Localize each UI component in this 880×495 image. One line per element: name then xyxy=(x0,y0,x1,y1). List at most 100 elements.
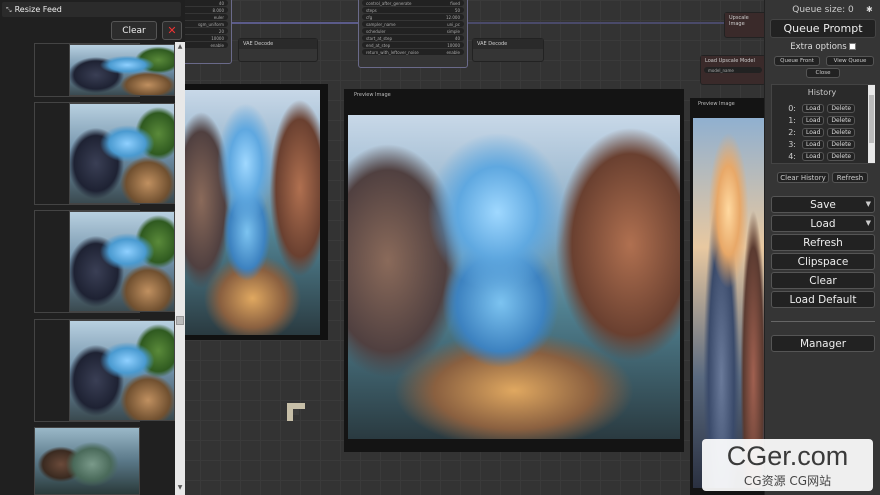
dropdown-arrow-icon[interactable]: ▼ xyxy=(866,219,871,227)
history-scrollbar[interactable] xyxy=(868,85,875,163)
feed-header[interactable]: ⤡ Resize Feed xyxy=(2,2,181,17)
history-load-button[interactable]: Load xyxy=(802,127,825,137)
widget-value: 50 xyxy=(454,7,460,13)
widget-label: model_name xyxy=(708,67,734,73)
ksampler-advanced-node[interactable]: control_after_generate fixed steps 50 cfg 12.… xyxy=(358,0,468,68)
resize-corner-icon xyxy=(287,403,305,421)
history-index: 2: xyxy=(788,127,796,137)
feed-clear-button[interactable]: Clear xyxy=(111,21,157,40)
menu-divider xyxy=(771,321,875,322)
history-index: 1: xyxy=(788,115,796,125)
resize-feed-panel: ⤡ Resize Feed Clear ✕ ▲ ▼ xyxy=(0,0,185,495)
node-widget-row[interactable]: 40 xyxy=(182,0,228,6)
vae-decode-node-1[interactable]: VAE Decode xyxy=(238,38,318,62)
history-refresh-button[interactable]: Refresh xyxy=(832,172,868,183)
feed-thumbnail[interactable] xyxy=(34,210,175,313)
gear-icon[interactable]: ✱ xyxy=(866,5,873,14)
preview-image-left[interactable] xyxy=(185,84,328,340)
save-label: Save xyxy=(810,198,836,211)
widget-value: 40 xyxy=(218,0,224,6)
feed-thumbnail[interactable] xyxy=(34,102,175,205)
history-item: 0: Load Delete xyxy=(776,102,868,114)
node-widget-row[interactable]: cfg 12.000 xyxy=(362,14,464,20)
node-widget-row[interactable]: euler xyxy=(182,14,228,20)
refresh-button[interactable]: Refresh xyxy=(771,234,875,251)
load-label: Load xyxy=(810,217,836,230)
generated-image xyxy=(693,118,764,488)
feed-title: Resize Feed xyxy=(14,5,62,14)
node-widget-row[interactable]: scheduler simple xyxy=(362,28,464,34)
history-load-button[interactable]: Load xyxy=(802,115,825,125)
clear-history-button[interactable]: Clear History xyxy=(777,172,829,183)
queue-size-label: Queue size: 0 xyxy=(792,5,854,15)
feed-scrollbar[interactable] xyxy=(175,42,185,495)
node-title: Load Upscale Model xyxy=(701,56,765,66)
widget-value: uni_pc xyxy=(447,21,460,27)
extra-options-toggle[interactable]: Extra options xyxy=(765,42,880,52)
widget-label: end_at_step xyxy=(366,42,391,48)
scroll-up-arrow-icon[interactable]: ▲ xyxy=(176,43,184,51)
history-delete-button[interactable]: Delete xyxy=(827,127,856,137)
history-delete-button[interactable]: Delete xyxy=(827,115,856,125)
widget-value: simple xyxy=(446,28,460,34)
history-delete-button[interactable]: Delete xyxy=(827,139,856,149)
scroll-down-arrow-icon[interactable]: ▼ xyxy=(176,484,184,492)
load-upscale-model-node[interactable]: Load Upscale Model model_name xyxy=(700,55,766,85)
widget-value: enable xyxy=(210,42,224,48)
widget-value: 8.000 xyxy=(212,7,224,13)
queue-front-button[interactable]: Queue Front xyxy=(774,56,820,66)
save-button[interactable]: Save ▼ xyxy=(771,196,875,213)
history-index: 4: xyxy=(788,151,796,161)
load-button[interactable]: Load ▼ xyxy=(771,215,875,232)
node-title: Upscale Image xyxy=(725,13,769,27)
watermark-subtitle: CG资源 CG网站 xyxy=(743,474,832,488)
feed-thumbnail[interactable] xyxy=(34,319,175,422)
history-load-button[interactable]: Load xyxy=(802,103,825,113)
feed-close-button[interactable]: ✕ xyxy=(162,21,182,40)
history-delete-button[interactable]: Delete xyxy=(827,103,856,113)
widget-label: cfg xyxy=(366,14,373,20)
queue-prompt-button[interactable]: Queue Prompt xyxy=(770,19,876,38)
history-delete-button[interactable]: Delete xyxy=(827,151,856,161)
node-widget-row[interactable]: control_after_generate fixed xyxy=(362,0,464,6)
preview-image-node-right[interactable]: Preview Image xyxy=(690,98,764,495)
clipspace-button[interactable]: Clipspace xyxy=(771,253,875,270)
scrollbar-thumb[interactable] xyxy=(869,95,874,143)
scrollbar-thumb[interactable] xyxy=(176,316,184,325)
widget-label: start_at_step xyxy=(366,35,392,41)
node-widget-row[interactable]: steps 50 xyxy=(362,7,464,13)
node-widget-row[interactable]: 10000 xyxy=(182,35,228,41)
close-button[interactable]: Close xyxy=(806,68,840,78)
node-widget-row[interactable]: sampler_name uni_pc xyxy=(362,21,464,27)
history-load-button[interactable]: Load xyxy=(802,151,825,161)
node-widget-row[interactable]: end_at_step 10000 xyxy=(362,42,464,48)
feed-thumbnail[interactable] xyxy=(34,427,140,495)
vae-decode-node-2[interactable]: VAE Decode xyxy=(472,38,544,62)
node-widget-row[interactable]: sgm_uniform xyxy=(182,21,228,27)
preview-image-node-main[interactable]: Preview Image xyxy=(344,89,684,452)
model-name-widget[interactable]: model_name xyxy=(704,67,762,73)
node-widget-row[interactable]: 8.000 xyxy=(182,7,228,13)
sampler-node-left[interactable]: 40 8.000 euler sgm_uniform 20 10000 enable xyxy=(178,0,232,64)
generated-image xyxy=(69,211,175,312)
history-item: 4: Load Delete xyxy=(776,150,868,162)
feed-thumbnail[interactable] xyxy=(34,43,175,97)
dropdown-arrow-icon[interactable]: ▼ xyxy=(866,200,871,208)
node-widget-row[interactable]: 20 xyxy=(182,28,228,34)
widget-label: control_after_generate xyxy=(366,0,412,6)
widget-label: return_with_leftover_noise xyxy=(366,49,419,55)
node-widget-row[interactable]: enable xyxy=(182,42,228,48)
node-title: VAE Decode xyxy=(239,39,317,49)
load-default-button[interactable]: Load Default xyxy=(771,291,875,308)
link-wire xyxy=(468,22,724,24)
node-widget-row[interactable]: return_with_leftover_noise enable xyxy=(362,49,464,55)
clear-button[interactable]: Clear xyxy=(771,272,875,289)
extra-options-checkbox[interactable] xyxy=(848,43,856,50)
view-queue-button[interactable]: View Queue xyxy=(826,56,874,66)
node-widget-row[interactable]: start_at_step 40 xyxy=(362,35,464,41)
widget-value: fixed xyxy=(450,0,460,6)
widget-value: euler xyxy=(213,14,224,20)
history-list: History 0: Load Delete 1: Load Delete 2: Load De… xyxy=(771,84,875,164)
manager-button[interactable]: Manager xyxy=(771,335,875,352)
history-load-button[interactable]: Load xyxy=(802,139,825,149)
